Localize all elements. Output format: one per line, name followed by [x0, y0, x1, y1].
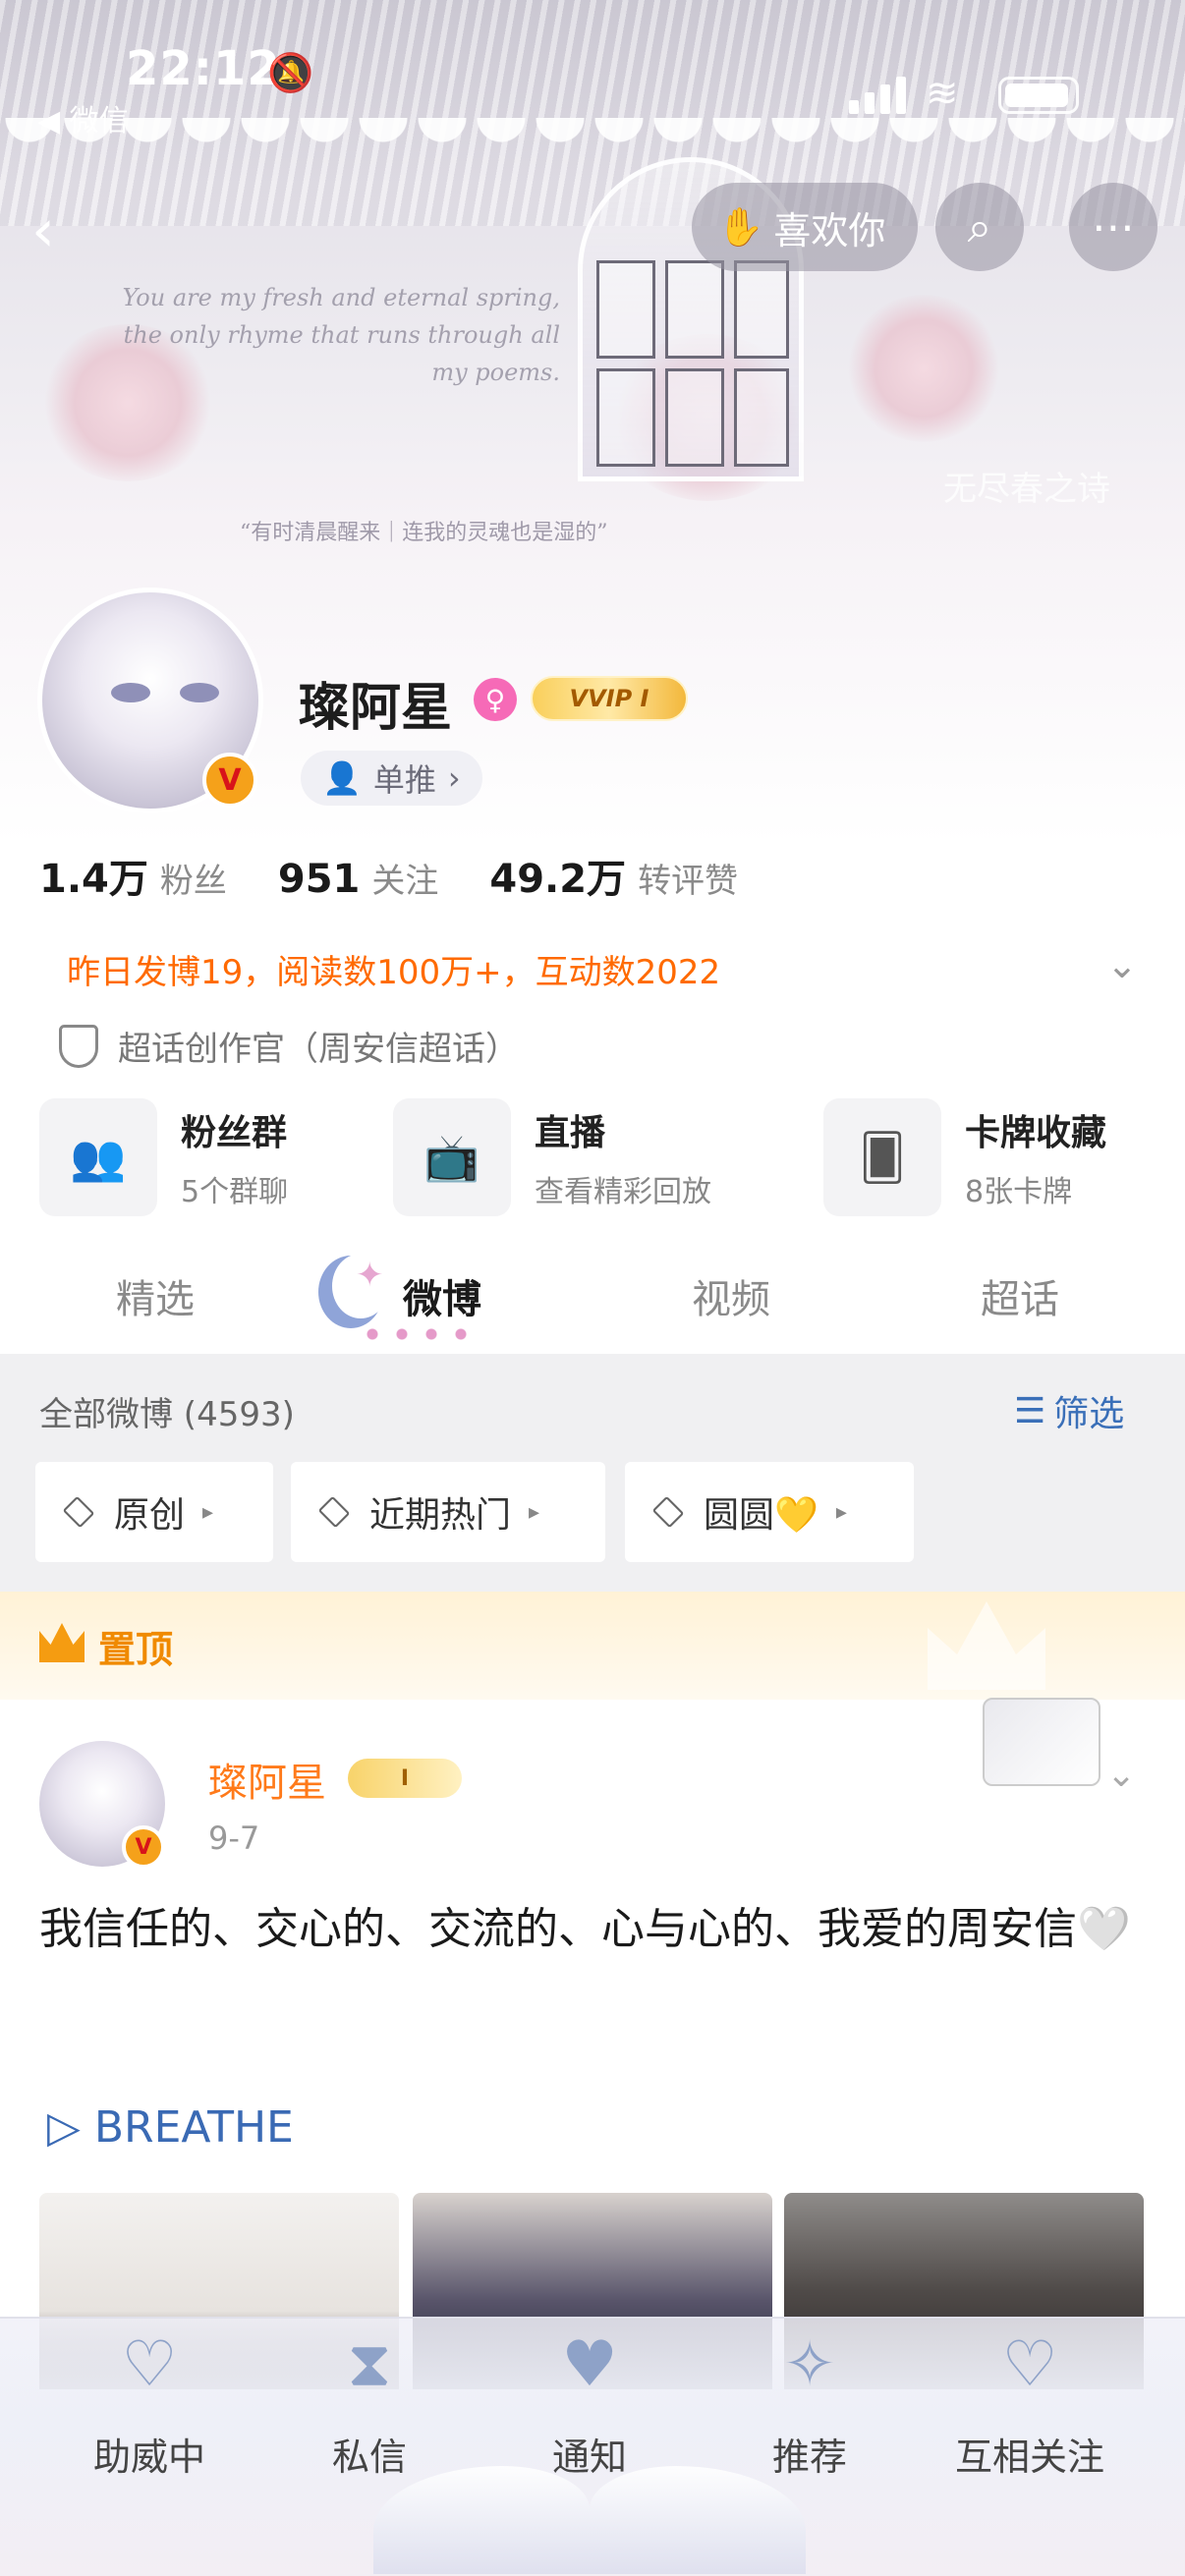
like-you-button[interactable]: ✋ 喜欢你: [692, 183, 918, 271]
shield-icon: [59, 1024, 98, 1068]
battery-icon: [998, 77, 1079, 114]
quick-link-cards[interactable]: 🂠 卡牌收藏 8张卡牌: [823, 1098, 1106, 1216]
layers-icon: [317, 1495, 351, 1529]
quick-link-title: 卡牌收藏: [965, 1113, 1107, 1153]
following-label[interactable]: 关注: [371, 854, 438, 902]
quick-link-title: 直播: [535, 1113, 606, 1153]
quick-link-title: 粉丝群: [181, 1113, 288, 1153]
status-bar: 22:12 🔕 ◀ 微信 ≋: [0, 0, 1185, 147]
verified-badge-icon: V: [122, 1825, 165, 1869]
more-button[interactable]: ⋯: [1069, 183, 1157, 271]
caret-right-icon: ▸: [202, 1499, 214, 1525]
chip-label: 圆圆💛: [704, 1495, 818, 1536]
banner-chinese-quote: “有时清晨醒来｜连我的灵魂也是湿的”: [240, 521, 608, 545]
post-music-link[interactable]: ▷ BREATHE: [47, 2102, 294, 2153]
female-gender-icon: ♀: [474, 678, 517, 721]
card-icon: 🂠: [823, 1098, 941, 1216]
bell-icon: ♥: [561, 2328, 618, 2401]
bottom-tab-bar: ♡ 助威中 ⧗ 私信 ♥ 通知 ✧ 推荐 ♡ 互相关注: [0, 2317, 1185, 2576]
mute-bell-icon: 🔕: [267, 51, 314, 94]
mutual-follow-icon: ♡: [1001, 2328, 1058, 2401]
chip-label: 近期热门: [369, 1495, 512, 1536]
interactions-count: 49.2万: [489, 857, 627, 902]
layers-icon: [651, 1495, 685, 1529]
tab-cheering[interactable]: 助威中: [51, 2427, 248, 2481]
vvip-badge[interactable]: VVIP Ⅰ: [531, 676, 688, 721]
tv-icon: 📺: [393, 1098, 511, 1216]
fans-label[interactable]: 粉丝: [160, 854, 227, 902]
tab-recommend[interactable]: 推荐: [711, 2427, 908, 2481]
quick-link-live[interactable]: 📺 直播 查看精彩回放: [393, 1098, 711, 1216]
role-line[interactable]: 超话创作官（周安信超话）: [59, 1022, 519, 1070]
more-icon: ⋯: [1092, 201, 1135, 252]
expand-chevron-icon[interactable]: ⌄: [1106, 943, 1138, 986]
wing-decoration: [590, 2466, 806, 2574]
sparkle-icon: ✦: [356, 1256, 384, 1295]
status-time: 22:12: [126, 41, 281, 96]
person-icon: 👤: [322, 759, 362, 797]
signal-icon: [849, 77, 910, 114]
tab-messages[interactable]: 私信: [271, 2427, 468, 2481]
chip-original[interactable]: 原创 ▸: [35, 1462, 273, 1562]
verified-badge-icon: V: [202, 753, 257, 808]
quick-link-sub: 5个群聊: [181, 1175, 289, 1209]
post-author-badge: Ⅰ: [348, 1759, 462, 1798]
filter-label: 筛选: [1053, 1394, 1125, 1434]
rose-decoration: [845, 295, 1002, 442]
tab-mutual-follow[interactable]: 互相关注: [931, 2427, 1128, 2481]
role-text: 超话创作官（周安信超话）: [118, 1030, 519, 1069]
recommend-icon: ✧: [783, 2328, 836, 2401]
tab-video[interactable]: 视频: [692, 1267, 770, 1324]
tab-indicator: [358, 1324, 476, 1344]
caret-right-icon: ▸: [835, 1499, 847, 1525]
post-author-name[interactable]: 璨阿星: [208, 1751, 326, 1808]
like-you-label: 喜欢你: [773, 208, 886, 252]
interactions-label: 转评赞: [638, 862, 739, 901]
quick-link-fan-group[interactable]: 👥 粉丝群 5个群聊: [39, 1098, 288, 1216]
tab-featured[interactable]: 精选: [116, 1267, 195, 1324]
chip-yuanyuan[interactable]: 圆圆💛 ▸: [625, 1462, 914, 1562]
chip-label: 原创: [114, 1495, 186, 1536]
chip-recent-hot[interactable]: 近期热门 ▸: [291, 1462, 605, 1562]
back-to-app-link[interactable]: ◀ 微信: [37, 96, 129, 140]
cheer-icon: ♡: [121, 2328, 178, 2401]
wifi-icon: ≋: [926, 71, 959, 116]
sticker-decoration: [983, 1698, 1100, 1786]
post-menu-chevron-icon[interactable]: ⌄: [1106, 1755, 1136, 1795]
banner-english-quote: You are my fresh and eternal spring, the…: [122, 284, 560, 386]
layers-icon: [62, 1495, 95, 1529]
back-button[interactable]: ‹: [31, 196, 55, 265]
message-icon: ⧗: [347, 2328, 392, 2401]
banner-signature: 无尽春之诗: [943, 470, 1110, 509]
filter-icon: ☰: [1014, 1390, 1046, 1431]
fans-count[interactable]: 1.4万: [39, 847, 148, 904]
search-button[interactable]: ⌕: [935, 183, 1024, 271]
quick-link-sub: 8张卡牌: [965, 1175, 1073, 1209]
post-date: 9-7: [208, 1820, 260, 1857]
daily-notice[interactable]: 昨日发博19，阅读数100万+，互动数2022: [67, 945, 720, 993]
profile-tabs: 精选 微博 视频 超话: [0, 1246, 1185, 1354]
search-icon: ⌕: [967, 201, 992, 252]
profile-stats: 1.4万 粉丝 951 关注 49.2万 转评赞: [39, 847, 789, 906]
single-push-button[interactable]: 👤 单推 ›: [301, 751, 482, 806]
all-weibo-count: 全部微博 (4593): [39, 1395, 295, 1434]
profile-username: 璨阿星: [299, 679, 453, 738]
caret-right-icon: ▸: [529, 1499, 540, 1525]
hand-heart-icon: ✋: [717, 204, 764, 249]
people-icon: 👥: [39, 1098, 157, 1216]
tab-supertopic[interactable]: 超话: [981, 1267, 1059, 1324]
tab-weibo[interactable]: 微博: [403, 1267, 481, 1324]
chevron-right-icon: ›: [447, 759, 461, 797]
post-text: 我信任的、交心的、交流的、心与心的、我爱的周安信🤍: [39, 1904, 1131, 1954]
pinned-label: 置顶: [98, 1628, 174, 1671]
filter-button[interactable]: ☰ 筛选: [1014, 1385, 1124, 1436]
tab-notifications[interactable]: 通知: [491, 2427, 688, 2481]
quick-link-sub: 查看精彩回放: [535, 1175, 711, 1209]
following-count[interactable]: 951: [278, 857, 361, 902]
single-push-label: 单推: [372, 761, 436, 799]
wing-decoration: [373, 2466, 590, 2574]
